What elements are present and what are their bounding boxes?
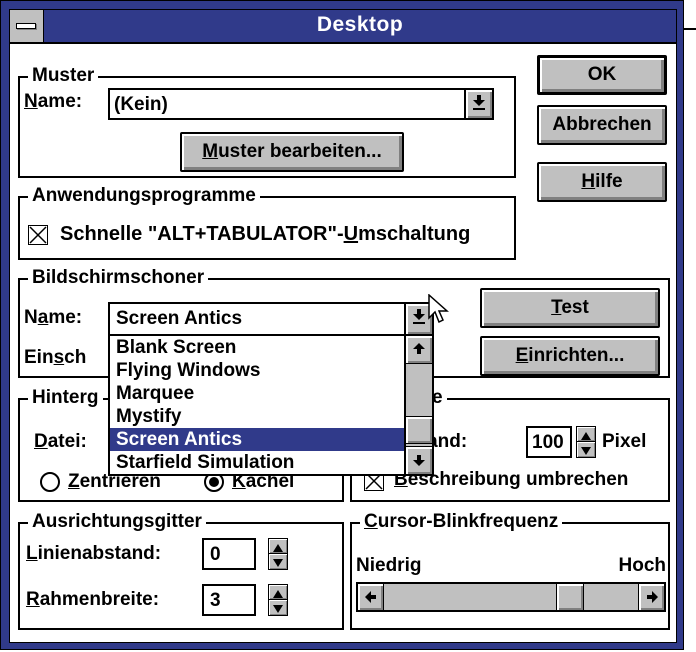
- screensaver-option[interactable]: Starfield Simulation: [114, 451, 404, 474]
- wallpaper-file-label: Datei:: [34, 431, 87, 452]
- screensaver-name-label: Name:: [24, 307, 83, 328]
- arrow-down-icon: [413, 309, 425, 324]
- blink-slow-label: Niedrig: [356, 555, 422, 576]
- window-edge-line: [684, 28, 696, 30]
- screensaver-option[interactable]: Marquee: [114, 382, 404, 405]
- scroll-up-button[interactable]: [406, 336, 432, 364]
- arrow-down-icon: [413, 455, 425, 466]
- triangle-up-icon: [273, 544, 283, 552]
- icon-spacing-input[interactable]: 100: [526, 426, 572, 458]
- muster-edit-button[interactable]: Muster bearbeiten...: [180, 132, 404, 172]
- granularity-spinner[interactable]: [268, 538, 288, 570]
- scroll-down-button[interactable]: [406, 446, 432, 474]
- anwendungsprogramme-group-label: Anwendungsprogramme: [28, 185, 260, 207]
- triangle-down-icon: [273, 605, 283, 613]
- screensaver-option[interactable]: Screen Antics: [110, 428, 404, 451]
- screensaver-name-value: Screen Antics: [116, 308, 243, 329]
- screensaver-group-label: Bildschirmschoner: [28, 267, 209, 289]
- granularity-value: 0: [210, 544, 221, 565]
- granularity-input[interactable]: 0: [202, 538, 256, 570]
- muster-dropdown-arrow[interactable]: [464, 90, 492, 118]
- dropdown-scrollbar[interactable]: [404, 336, 432, 474]
- slider-left-button[interactable]: [358, 584, 384, 610]
- help-button[interactable]: Hilfe: [537, 162, 667, 202]
- title-bar[interactable]: Desktop: [9, 9, 677, 43]
- cursor-blink-group: Cursor-Blinkfrequenz Niedrig Hoch: [350, 511, 670, 630]
- grid-group-label: Ausrichtungsgitter: [28, 511, 206, 533]
- screensaver-option[interactable]: Mystify: [114, 405, 404, 428]
- screensaver-test-button[interactable]: Test: [480, 288, 660, 328]
- border-width-input[interactable]: 3: [202, 584, 256, 616]
- arrow-up-icon: [413, 343, 425, 354]
- arrow-left-icon: [365, 591, 376, 603]
- border-width-label: Rahmenbreite:: [26, 589, 160, 610]
- slider-thumb[interactable]: [555, 584, 584, 610]
- screensaver-delay-label: Einsch: [24, 347, 87, 368]
- screensaver-dropdown-list[interactable]: Starfield Simulation Screen Antics Mystify…: [108, 334, 434, 476]
- muster-name-label: Name:: [24, 91, 83, 112]
- granularity-label: Linienabstand:: [26, 543, 162, 564]
- cursor-blink-group-label: Cursor-Blinkfrequenz: [360, 511, 563, 533]
- anwendungsprogramme-group: Anwendungsprogramme Schnelle "ALT+TABULA…: [18, 185, 516, 260]
- fast-alt-tab-checkbox[interactable]: [28, 225, 48, 245]
- blink-fast-label: Hoch: [618, 555, 667, 576]
- triangle-down-icon: [581, 447, 591, 455]
- system-menu-icon: [16, 23, 36, 29]
- triangle-up-icon: [581, 432, 591, 440]
- border-width-value: 3: [210, 590, 221, 611]
- arrow-down-icon: [473, 95, 485, 110]
- screensaver-option[interactable]: Flying Windows: [114, 359, 404, 382]
- border-width-spinner[interactable]: [268, 584, 288, 616]
- wallpaper-group-label: Hinterg: [28, 387, 103, 409]
- scroll-thumb[interactable]: [406, 416, 432, 444]
- triangle-down-icon: [273, 559, 283, 567]
- mouse-pointer-icon: [428, 294, 449, 324]
- icon-spacing-value: 100: [532, 432, 564, 453]
- screensaver-option[interactable]: Blank Screen: [114, 336, 404, 359]
- blink-rate-slider[interactable]: [356, 582, 666, 612]
- fast-alt-tab-label: Schnelle "ALT+TABULATOR"-Umschaltung: [60, 223, 471, 245]
- window-title: Desktop: [316, 13, 404, 36]
- icon-spacing-unit: Pixel: [602, 431, 647, 452]
- center-radio[interactable]: [40, 472, 60, 492]
- muster-group-label: Muster: [28, 65, 99, 87]
- system-menu-button[interactable]: [10, 10, 44, 42]
- spin-up-button[interactable]: [269, 539, 287, 554]
- ok-button[interactable]: OK: [537, 55, 667, 95]
- dialog-client-area: Muster Name: (Kein) Muster bearbeiten...…: [9, 43, 677, 643]
- screensaver-name-dropdown[interactable]: Screen Antics: [108, 302, 434, 336]
- triangle-up-icon: [273, 590, 283, 598]
- spin-down-button[interactable]: [577, 442, 595, 457]
- spin-down-button[interactable]: [269, 600, 287, 615]
- icon-spacing-spinner[interactable]: [576, 426, 596, 458]
- slider-right-button[interactable]: [638, 584, 664, 610]
- spin-down-button[interactable]: [269, 554, 287, 569]
- muster-name-value: (Kein): [114, 94, 168, 115]
- cancel-button[interactable]: Abbrechen: [537, 105, 667, 145]
- muster-group: Muster Name: (Kein) Muster bearbeiten...: [18, 65, 516, 178]
- muster-name-dropdown[interactable]: (Kein): [108, 88, 494, 120]
- screensaver-setup-button[interactable]: Einrichten...: [480, 336, 660, 376]
- arrow-right-icon: [647, 591, 658, 603]
- spin-up-button[interactable]: [577, 427, 595, 442]
- desktop-dialog: Desktop Muster Name: (Kein) Muster bearb…: [0, 0, 684, 650]
- checkbox-x-icon: [29, 226, 47, 244]
- grid-group: Ausrichtungsgitter Linienabstand: 0 Rahm…: [18, 511, 344, 630]
- spin-up-button[interactable]: [269, 585, 287, 600]
